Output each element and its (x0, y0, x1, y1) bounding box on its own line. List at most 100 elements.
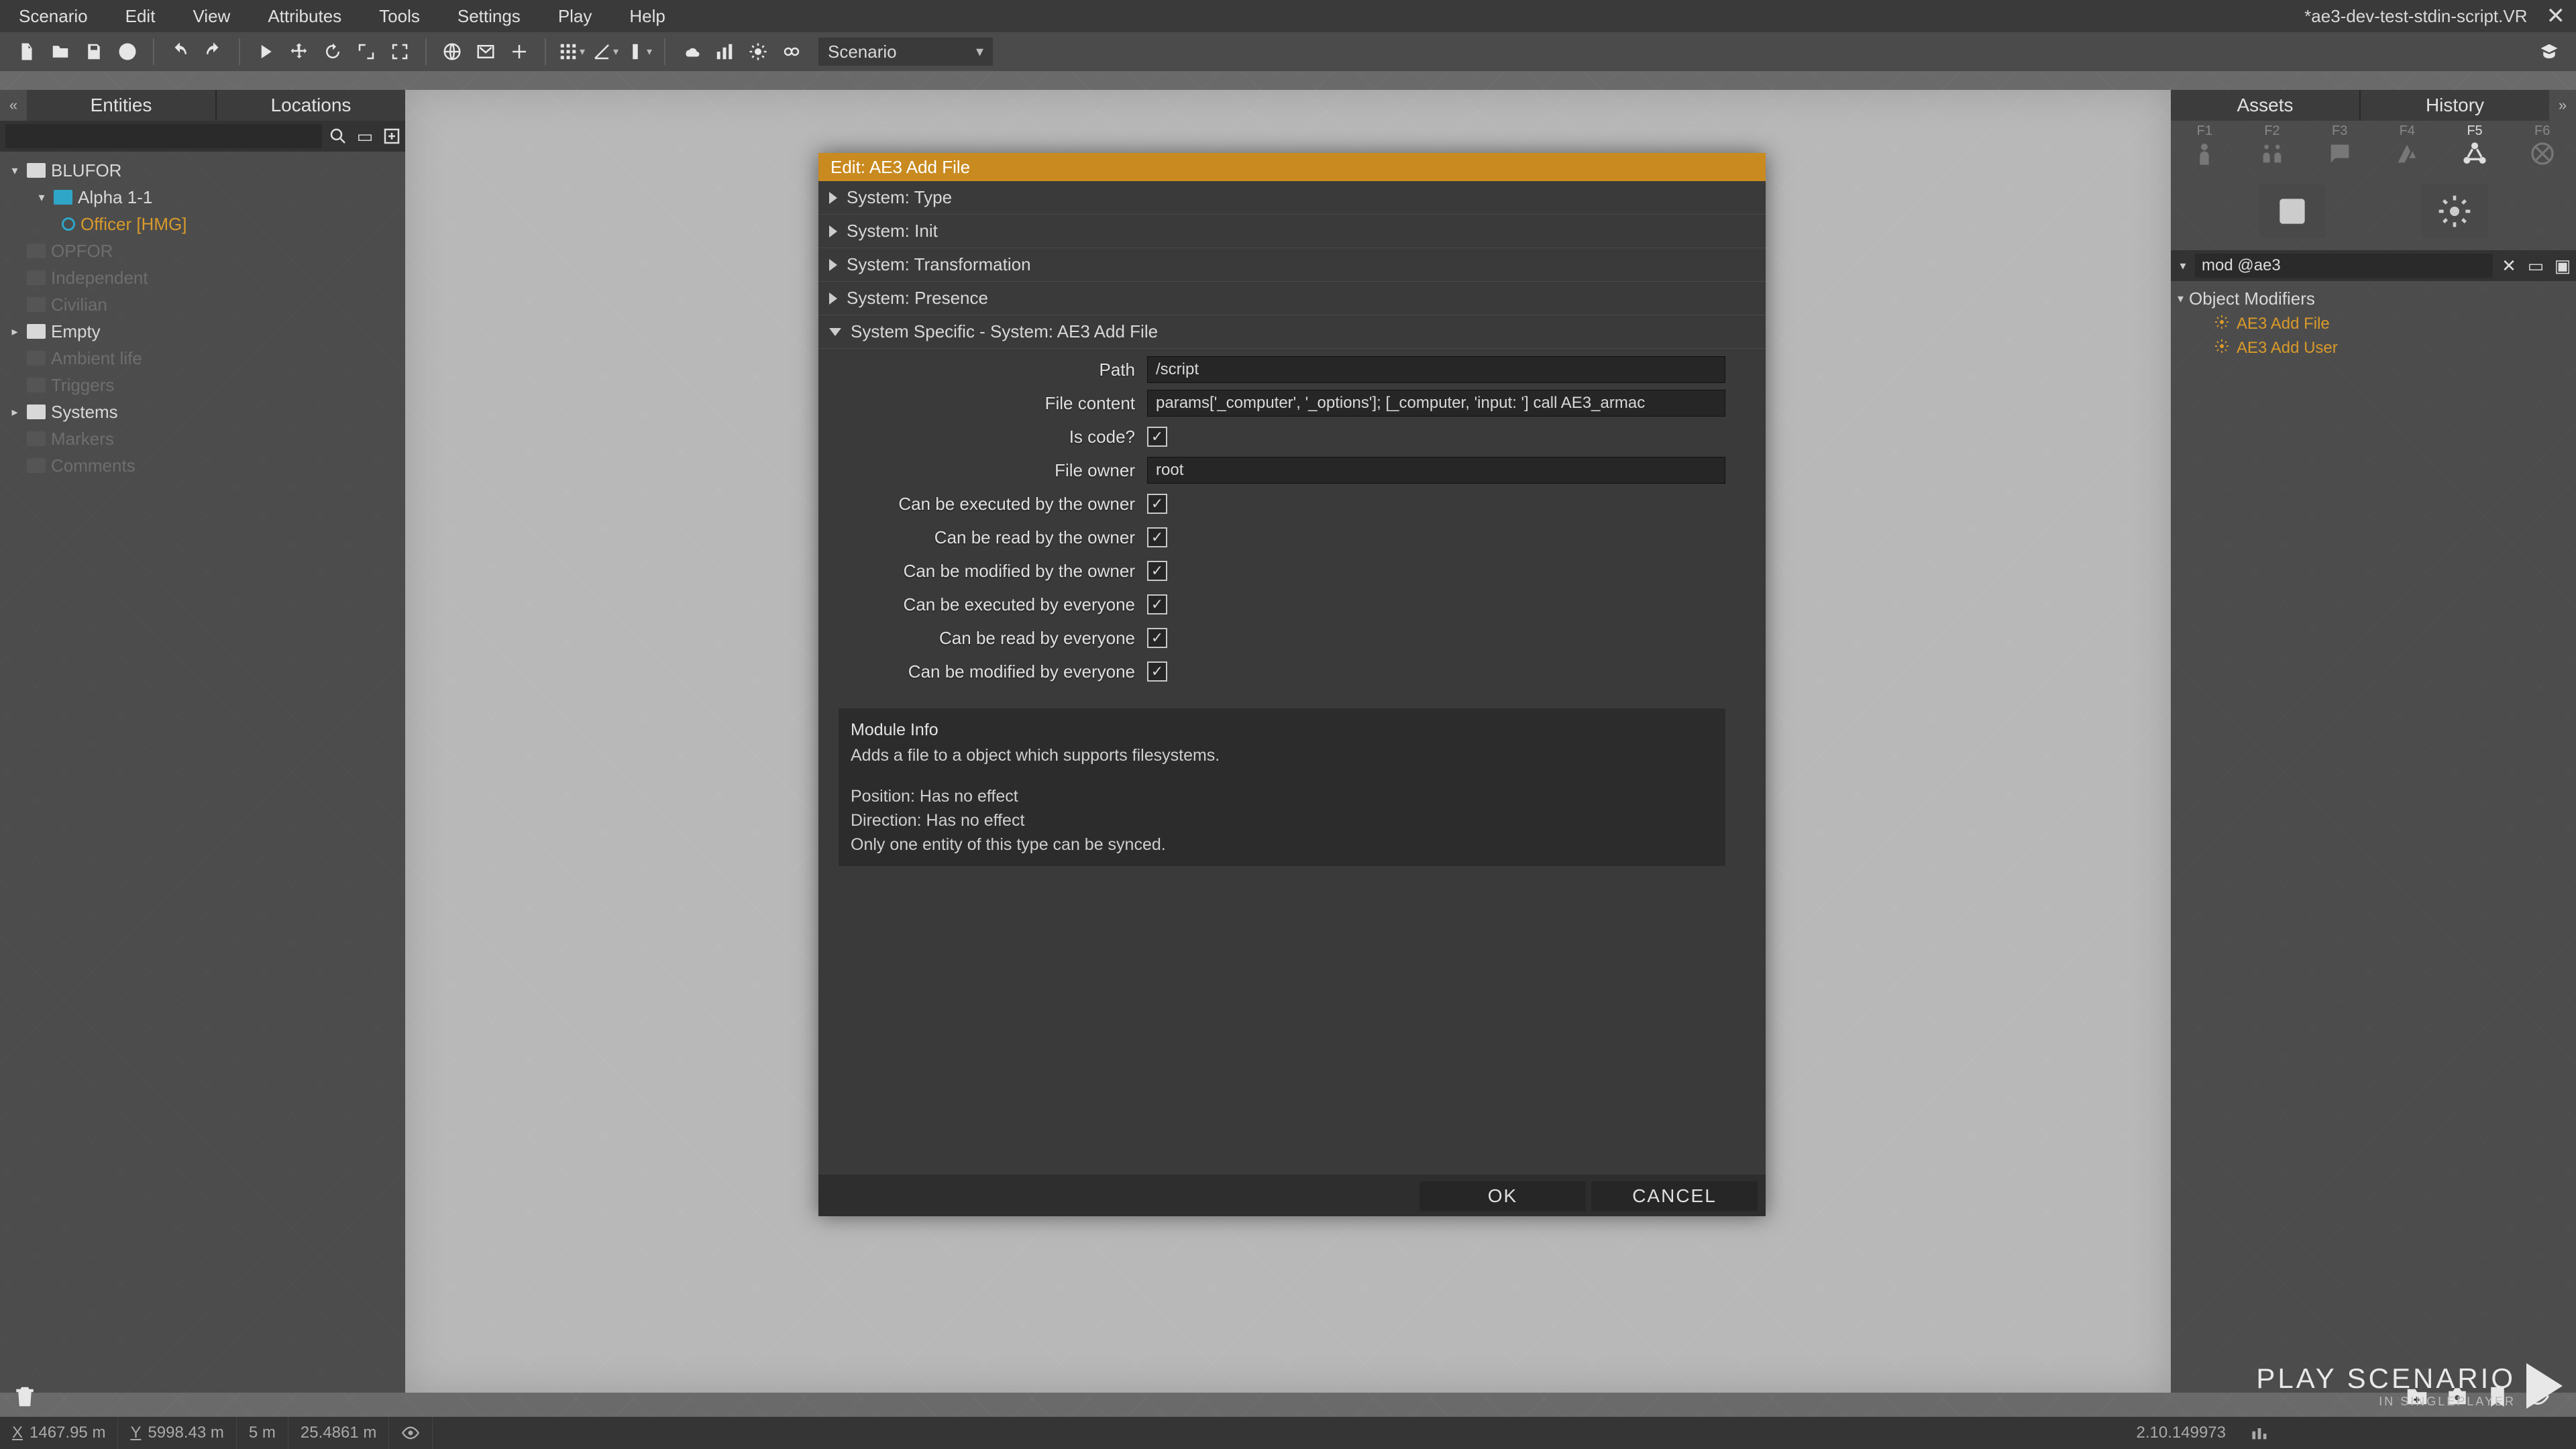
obj-mod-add-user[interactable]: AE3 Add User (2178, 336, 2569, 360)
mode-module-icon[interactable] (2259, 184, 2326, 238)
rotate-icon[interactable] (318, 37, 347, 66)
tree-systems[interactable]: ▸Systems (3, 398, 402, 425)
fkey-f3[interactable]: F3 (2306, 121, 2373, 172)
tree-opfor[interactable]: OPFOR (3, 237, 402, 264)
mod-filter-input[interactable] (2195, 254, 2493, 278)
grid-dropdown-icon[interactable]: ▾ (557, 37, 586, 66)
path-input[interactable] (1147, 356, 1725, 383)
read-all-checkbox[interactable] (1147, 628, 1167, 648)
fkey-f5[interactable]: F5 (2441, 121, 2509, 172)
fkey-f6[interactable]: F6 (2508, 121, 2576, 172)
is-code-checkbox[interactable] (1147, 427, 1167, 447)
status-z: 5 m (237, 1417, 288, 1449)
mod-expand-icon[interactable]: ▣ (2549, 252, 2576, 279)
play-scenario-button[interactable]: PLAY SCENARIO IN SINGLEPLAYER (2256, 1362, 2563, 1409)
fkey-f1[interactable]: F1 (2171, 121, 2239, 172)
mode-settings-icon[interactable] (2421, 184, 2488, 238)
menu-attributes[interactable]: Attributes (249, 0, 360, 32)
menu-edit[interactable]: Edit (107, 0, 174, 32)
scale-icon[interactable] (352, 37, 381, 66)
mod-owner-checkbox[interactable] (1147, 561, 1167, 581)
weather-icon[interactable] (676, 37, 706, 66)
undo-icon[interactable] (165, 37, 195, 66)
exec-owner-checkbox[interactable] (1147, 494, 1167, 514)
play-icon[interactable] (251, 37, 280, 66)
plus-icon[interactable] (504, 37, 534, 66)
bounds-icon[interactable] (385, 37, 415, 66)
mod-all-checkbox[interactable] (1147, 661, 1167, 682)
sun-icon[interactable] (743, 37, 773, 66)
status-y: Y5998.43 m (118, 1417, 236, 1449)
mail-icon[interactable] (471, 37, 500, 66)
trash-icon[interactable] (9, 1381, 40, 1412)
mod-caret-icon[interactable]: ▾ (2171, 259, 2195, 273)
play-scenario-label: PLAY SCENARIO (2256, 1362, 2516, 1395)
tab-assets[interactable]: Assets (2171, 90, 2359, 121)
mod-collapse-icon[interactable]: ▭ (2522, 252, 2549, 279)
file-content-input[interactable] (1147, 390, 1725, 417)
menu-play[interactable]: Play (539, 0, 611, 32)
new-file-icon[interactable] (12, 37, 42, 66)
section-system-presence[interactable]: System: Presence (818, 282, 1766, 315)
section-system-transformation[interactable]: System: Transformation (818, 248, 1766, 282)
menu-view[interactable]: View (174, 0, 249, 32)
file-owner-label: File owner (859, 460, 1147, 481)
vertical-dropdown-icon[interactable]: ▾ (624, 37, 653, 66)
section-system-type[interactable]: System: Type (818, 181, 1766, 215)
tree-alpha[interactable]: ▾Alpha 1-1 (3, 184, 402, 211)
dialog-footer: OK CANCEL (818, 1175, 1766, 1216)
link-icon[interactable] (777, 37, 806, 66)
section-system-init[interactable]: System: Init (818, 215, 1766, 248)
entity-search-input[interactable] (5, 124, 322, 148)
steam-icon[interactable] (113, 37, 142, 66)
tree-empty[interactable]: ▸Empty (3, 318, 402, 345)
open-folder-icon[interactable] (46, 37, 75, 66)
status-perf-icon[interactable] (2238, 1417, 2281, 1449)
menu-tools[interactable]: Tools (360, 0, 439, 32)
file-owner-input[interactable] (1147, 457, 1725, 484)
bars-icon[interactable] (710, 37, 739, 66)
tree-label: Triggers (51, 375, 114, 396)
tree-independent[interactable]: Independent (3, 264, 402, 291)
cancel-button[interactable]: CANCEL (1591, 1181, 1758, 1211)
dialog-title: Edit: AE3 Add File (818, 153, 1766, 181)
menu-help[interactable]: Help (610, 0, 684, 32)
tab-history[interactable]: History (2359, 90, 2549, 121)
fkey-f2[interactable]: F2 (2239, 121, 2306, 172)
tab-locations[interactable]: Locations (215, 90, 405, 121)
tab-entities[interactable]: Entities (27, 90, 215, 121)
tutorial-icon[interactable] (2534, 37, 2564, 66)
collapse-icon[interactable]: ▭ (352, 123, 378, 150)
ok-button[interactable]: OK (1419, 1181, 1586, 1211)
object-modifiers-header[interactable]: ▾Object Modifiers (2178, 285, 2569, 312)
globe-icon[interactable] (437, 37, 467, 66)
tree-civilian[interactable]: Civilian (3, 291, 402, 318)
save-icon[interactable] (79, 37, 109, 66)
menu-scenario[interactable]: Scenario (0, 0, 107, 32)
right-panel-collapse-icon[interactable]: » (2549, 97, 2576, 114)
tree-comments[interactable]: Comments (3, 452, 402, 479)
mod-clear-icon[interactable]: ✕ (2496, 252, 2522, 279)
fkey-row: F1 F2 F3 F4 F5 F6 (2171, 121, 2576, 172)
move-icon[interactable] (284, 37, 314, 66)
tree-officer[interactable]: Officer [HMG] (3, 211, 402, 237)
obj-mod-add-file[interactable]: AE3 Add File (2178, 312, 2569, 336)
exec-all-checkbox[interactable] (1147, 594, 1167, 614)
menu-settings[interactable]: Settings (439, 0, 539, 32)
search-icon[interactable] (325, 123, 352, 150)
left-panel-collapse-icon[interactable]: « (0, 97, 27, 114)
section-system-specific[interactable]: System Specific - System: AE3 Add File (818, 315, 1766, 349)
redo-icon[interactable] (199, 37, 228, 66)
scenario-dropdown[interactable]: Scenario ▾ (818, 38, 993, 66)
tree-blufor[interactable]: ▾BLUFOR (3, 157, 402, 184)
close-icon[interactable]: ✕ (2536, 3, 2576, 30)
tree-triggers[interactable]: Triggers (3, 372, 402, 398)
status-eye[interactable] (389, 1417, 433, 1449)
expand-icon[interactable] (378, 123, 405, 150)
unit-icon (62, 217, 75, 231)
tree-ambient[interactable]: Ambient life (3, 345, 402, 372)
angle-dropdown-icon[interactable]: ▾ (590, 37, 620, 66)
read-owner-checkbox[interactable] (1147, 527, 1167, 547)
fkey-f4[interactable]: F4 (2373, 121, 2441, 172)
tree-markers[interactable]: Markers (3, 425, 402, 452)
